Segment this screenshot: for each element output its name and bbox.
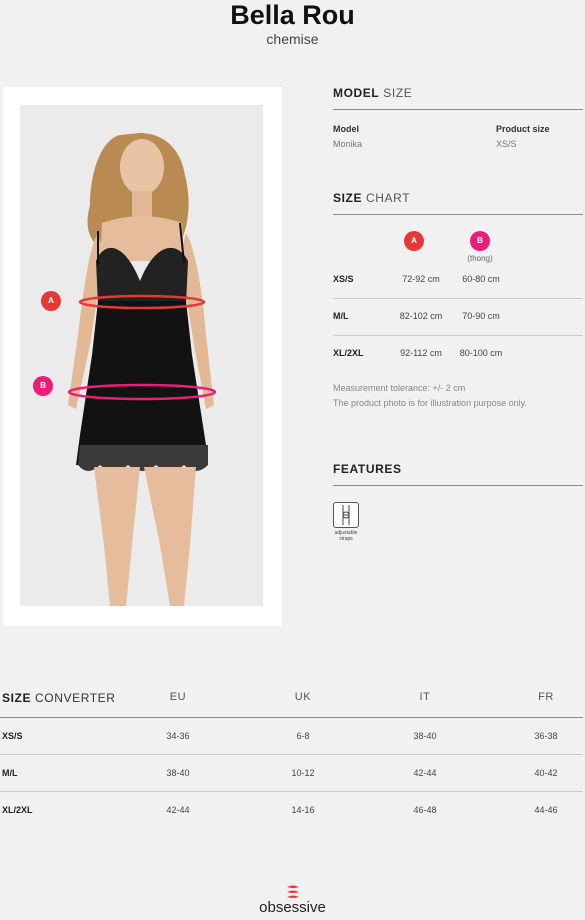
size-chart-col-a-marker: A — [404, 231, 424, 251]
product-photo-frame: A B — [3, 87, 282, 626]
product-size-value: XS/S — [496, 139, 517, 149]
adjustable-straps-icon — [333, 502, 359, 528]
model-label: Model — [333, 124, 359, 134]
converter-col-fr: FR — [538, 691, 554, 703]
size-chart-row: XL/2XL 92-112 cm 80-100 cm — [333, 348, 503, 358]
adjustable-straps-label: adjustable straps — [334, 530, 358, 542]
converter-col-eu: EU — [169, 691, 187, 703]
size-chart-col-b-marker: B — [470, 231, 490, 251]
features-heading: FEATURES — [333, 462, 583, 486]
model-value: Monika — [333, 139, 363, 149]
model-size-heading: MODEL SIZE — [333, 86, 583, 110]
measurement-a-marker: A — [41, 291, 61, 311]
tolerance-note: Measurement tolerance: +/- 2 cm — [333, 383, 466, 393]
product-photo — [20, 105, 263, 606]
converter-col-it: IT — [419, 691, 431, 703]
converter-row: XS/S 34-36 6-8 38-40 36-38 — [0, 718, 583, 755]
product-type: chemise — [266, 31, 319, 47]
converter-row: M/L 38-40 10-12 42-44 40-42 — [0, 755, 583, 792]
product-size-label: Product size — [496, 124, 550, 134]
size-converter-header: SIZE CONVERTER EU UK IT FR — [0, 690, 583, 718]
illustration-note: The product photo is for illustration pu… — [333, 398, 527, 408]
size-chart-heading: SIZE CHART — [333, 191, 583, 215]
size-chart-row: XS/S 72-92 cm 60-80 cm — [333, 262, 583, 299]
measurement-b-marker: B — [33, 376, 53, 396]
converter-row: XL/2XL 42-44 14-16 46-48 44-46 — [2, 805, 558, 815]
converter-col-uk: UK — [294, 691, 312, 703]
size-chart-row: M/L 82-102 cm 70-90 cm — [333, 299, 583, 336]
product-title: Bella Rou — [230, 0, 355, 30]
brand-logo-text: obsessive — [259, 899, 326, 916]
brand-logo-icon — [284, 884, 302, 900]
model-illustration — [67, 133, 217, 606]
